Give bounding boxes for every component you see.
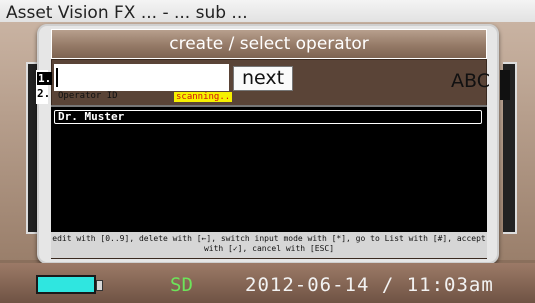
tab-2[interactable]: 2. [37,87,50,100]
help-text: edit with [0..9], delete with [←], switc… [52,234,486,253]
next-button[interactable]: next [233,66,293,91]
list-item[interactable]: Dr. Muster [54,110,482,124]
right-scroll-edge [500,70,510,100]
sd-card-indicator: SD [170,274,193,296]
operator-id-label: Operator ID [58,91,118,101]
input-caption: Operator ID scanning.. [54,91,234,103]
input-mode-indicator[interactable]: ABC [451,70,490,92]
tab-1[interactable]: 1. [37,72,53,85]
dialog-header: create / select operator [51,29,487,59]
battery-icon [36,275,96,294]
help-box: edit with [0..9], delete with [←], switc… [51,232,487,258]
operator-list[interactable]: Dr. Muster [51,105,487,251]
text-caret [56,68,58,87]
battery-tip [96,280,103,291]
scanning-status-badge: scanning.. [174,92,233,102]
operator-id-input[interactable] [54,64,229,91]
dialog-title: create / select operator [169,34,369,54]
list-tabs: 1. 2. [36,70,53,104]
datetime: 2012-06-14 / 11:03am [245,274,494,296]
background-title: Asset Vision FX ... - ... sub ... [0,0,535,22]
